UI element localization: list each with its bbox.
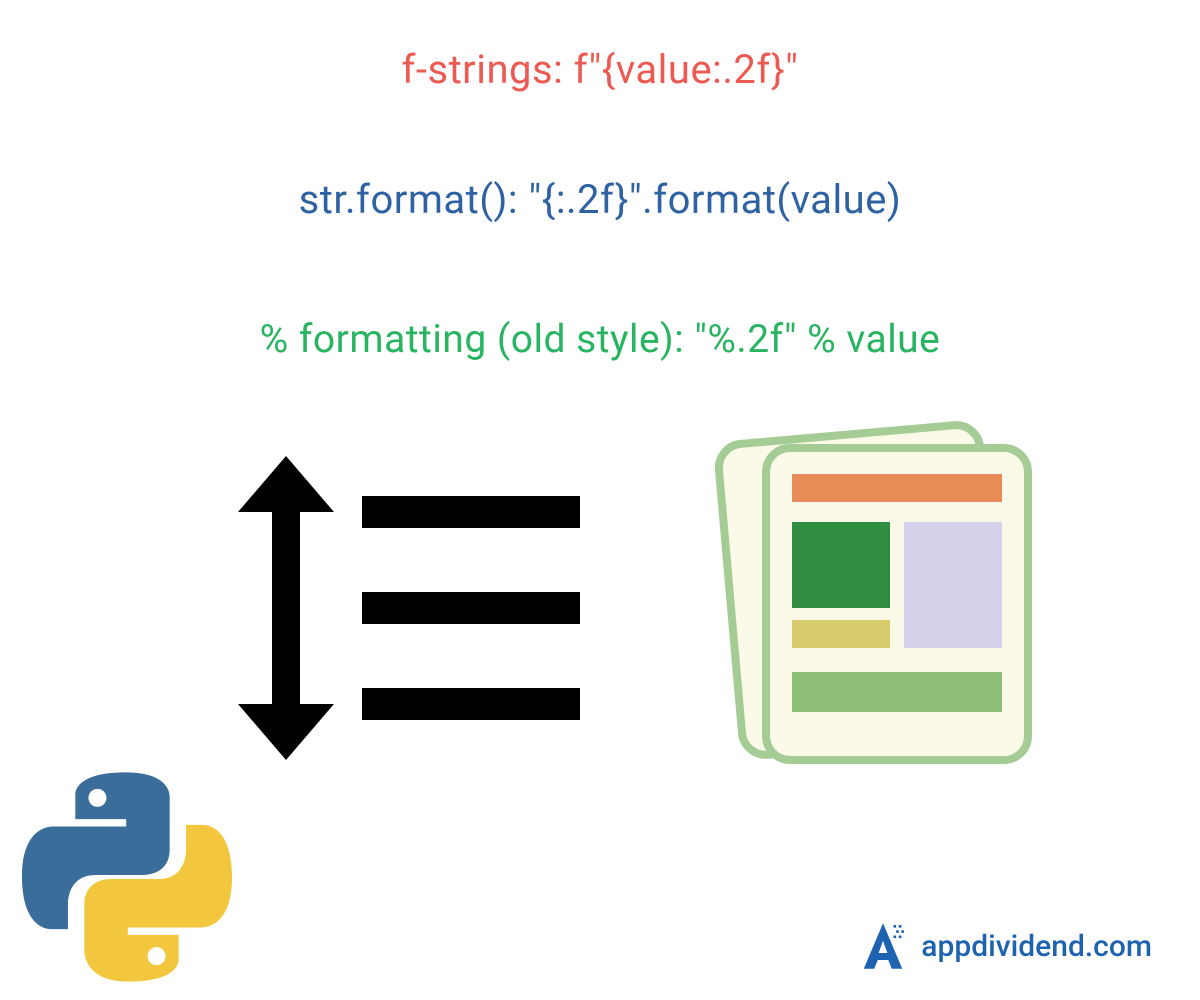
brand-text: appdividend.com (921, 929, 1152, 964)
percent-method-text: % formatting (old style): "%.2f" % value (0, 316, 1200, 362)
fstrings-method-text: f-strings: f"{value:.2f}" (0, 46, 1200, 93)
python-logo-icon (22, 772, 232, 982)
documents-stack-icon (726, 430, 1056, 780)
brand-watermark: appdividend.com (855, 918, 1152, 974)
line-spacing-icon (212, 468, 582, 748)
brand-logo-icon (855, 918, 911, 974)
strformat-method-text: str.format(): "{:.2f}".format(value) (0, 176, 1200, 223)
